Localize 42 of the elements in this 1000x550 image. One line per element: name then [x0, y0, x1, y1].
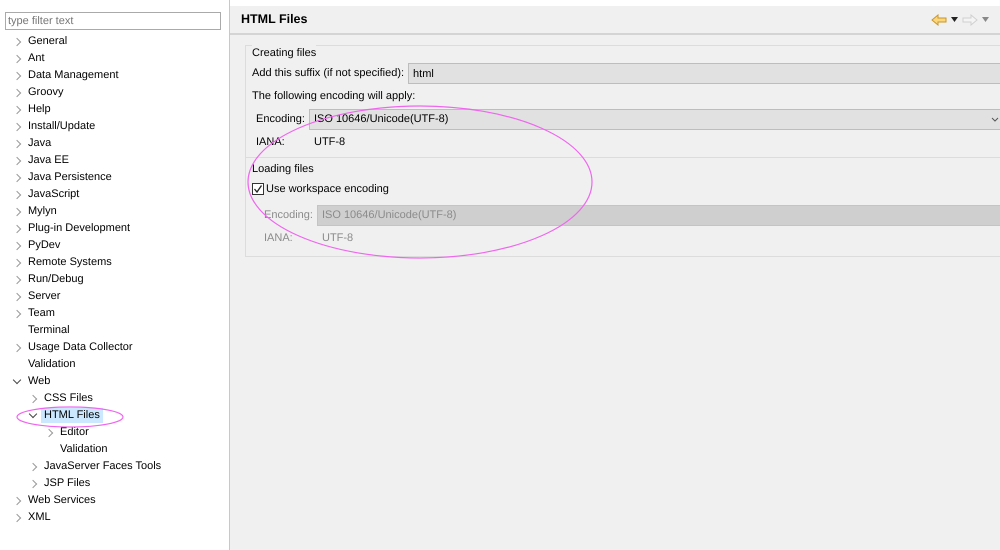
tree-item[interactable]: Remote Systems [25, 255, 115, 270]
iana-value: UTF-8 [314, 135, 346, 150]
filter-field[interactable]: type filter text [5, 12, 221, 30]
tree-item[interactable]: JavaScript [25, 187, 82, 202]
suffix-label: Add this suffix (if not specified): [252, 66, 404, 82]
tree-item[interactable]: Mylyn [25, 204, 60, 219]
tree-item[interactable]: Terminal [25, 323, 73, 338]
tree-item[interactable]: Install/Update [25, 119, 98, 134]
tree-item[interactable]: Team [25, 306, 58, 321]
suffix-field[interactable]: html [408, 63, 1000, 84]
page-title: HTML Files [241, 11, 308, 28]
tree-item[interactable]: Java Persistence [25, 170, 115, 185]
encoding-label: Encoding: [256, 112, 305, 128]
tree-item[interactable]: JavaServer Faces Tools [41, 459, 164, 474]
tree-item[interactable]: CSS Files [41, 391, 96, 406]
encoding-note: The following encoding will apply: [252, 89, 416, 104]
tree-item[interactable]: Usage Data Collector [25, 340, 136, 355]
tree-item[interactable]: Server [25, 289, 64, 304]
tree-item[interactable]: Web [25, 374, 54, 389]
tree-item[interactable]: JSP Files [41, 476, 94, 491]
tree-item[interactable]: Data Management [25, 68, 122, 83]
tree-item[interactable]: PyDev [25, 238, 64, 253]
group-title: Creating files [252, 45, 316, 62]
tree-item[interactable]: Java [25, 136, 54, 151]
tree-item[interactable]: Groovy [25, 85, 66, 100]
checkbox-label: Use workspace encoding [266, 182, 389, 197]
encoding-label: Encoding: [264, 208, 313, 223]
tree-item[interactable]: Editor [57, 425, 92, 440]
dropdown-caret-icon[interactable] [951, 17, 958, 22]
tree-item[interactable]: General [25, 34, 70, 49]
tree-item[interactable]: Plug-in Development [25, 221, 134, 236]
tree-item[interactable]: Java EE [25, 153, 72, 168]
tree-item[interactable]: Run/Debug [25, 272, 87, 287]
tree-item[interactable]: Validation [25, 357, 78, 372]
iana-value: UTF-8 [322, 230, 354, 246]
tree-item[interactable]: XML [25, 510, 54, 525]
tree-item[interactable]: Web Services [25, 493, 99, 508]
iana-label: IANA: [264, 230, 294, 246]
tree-item[interactable]: HTML Files [41, 408, 103, 423]
tree-item[interactable]: Help [25, 102, 54, 117]
tree-item[interactable]: Validation [57, 442, 110, 457]
tree-item[interactable]: Ant [25, 51, 48, 66]
